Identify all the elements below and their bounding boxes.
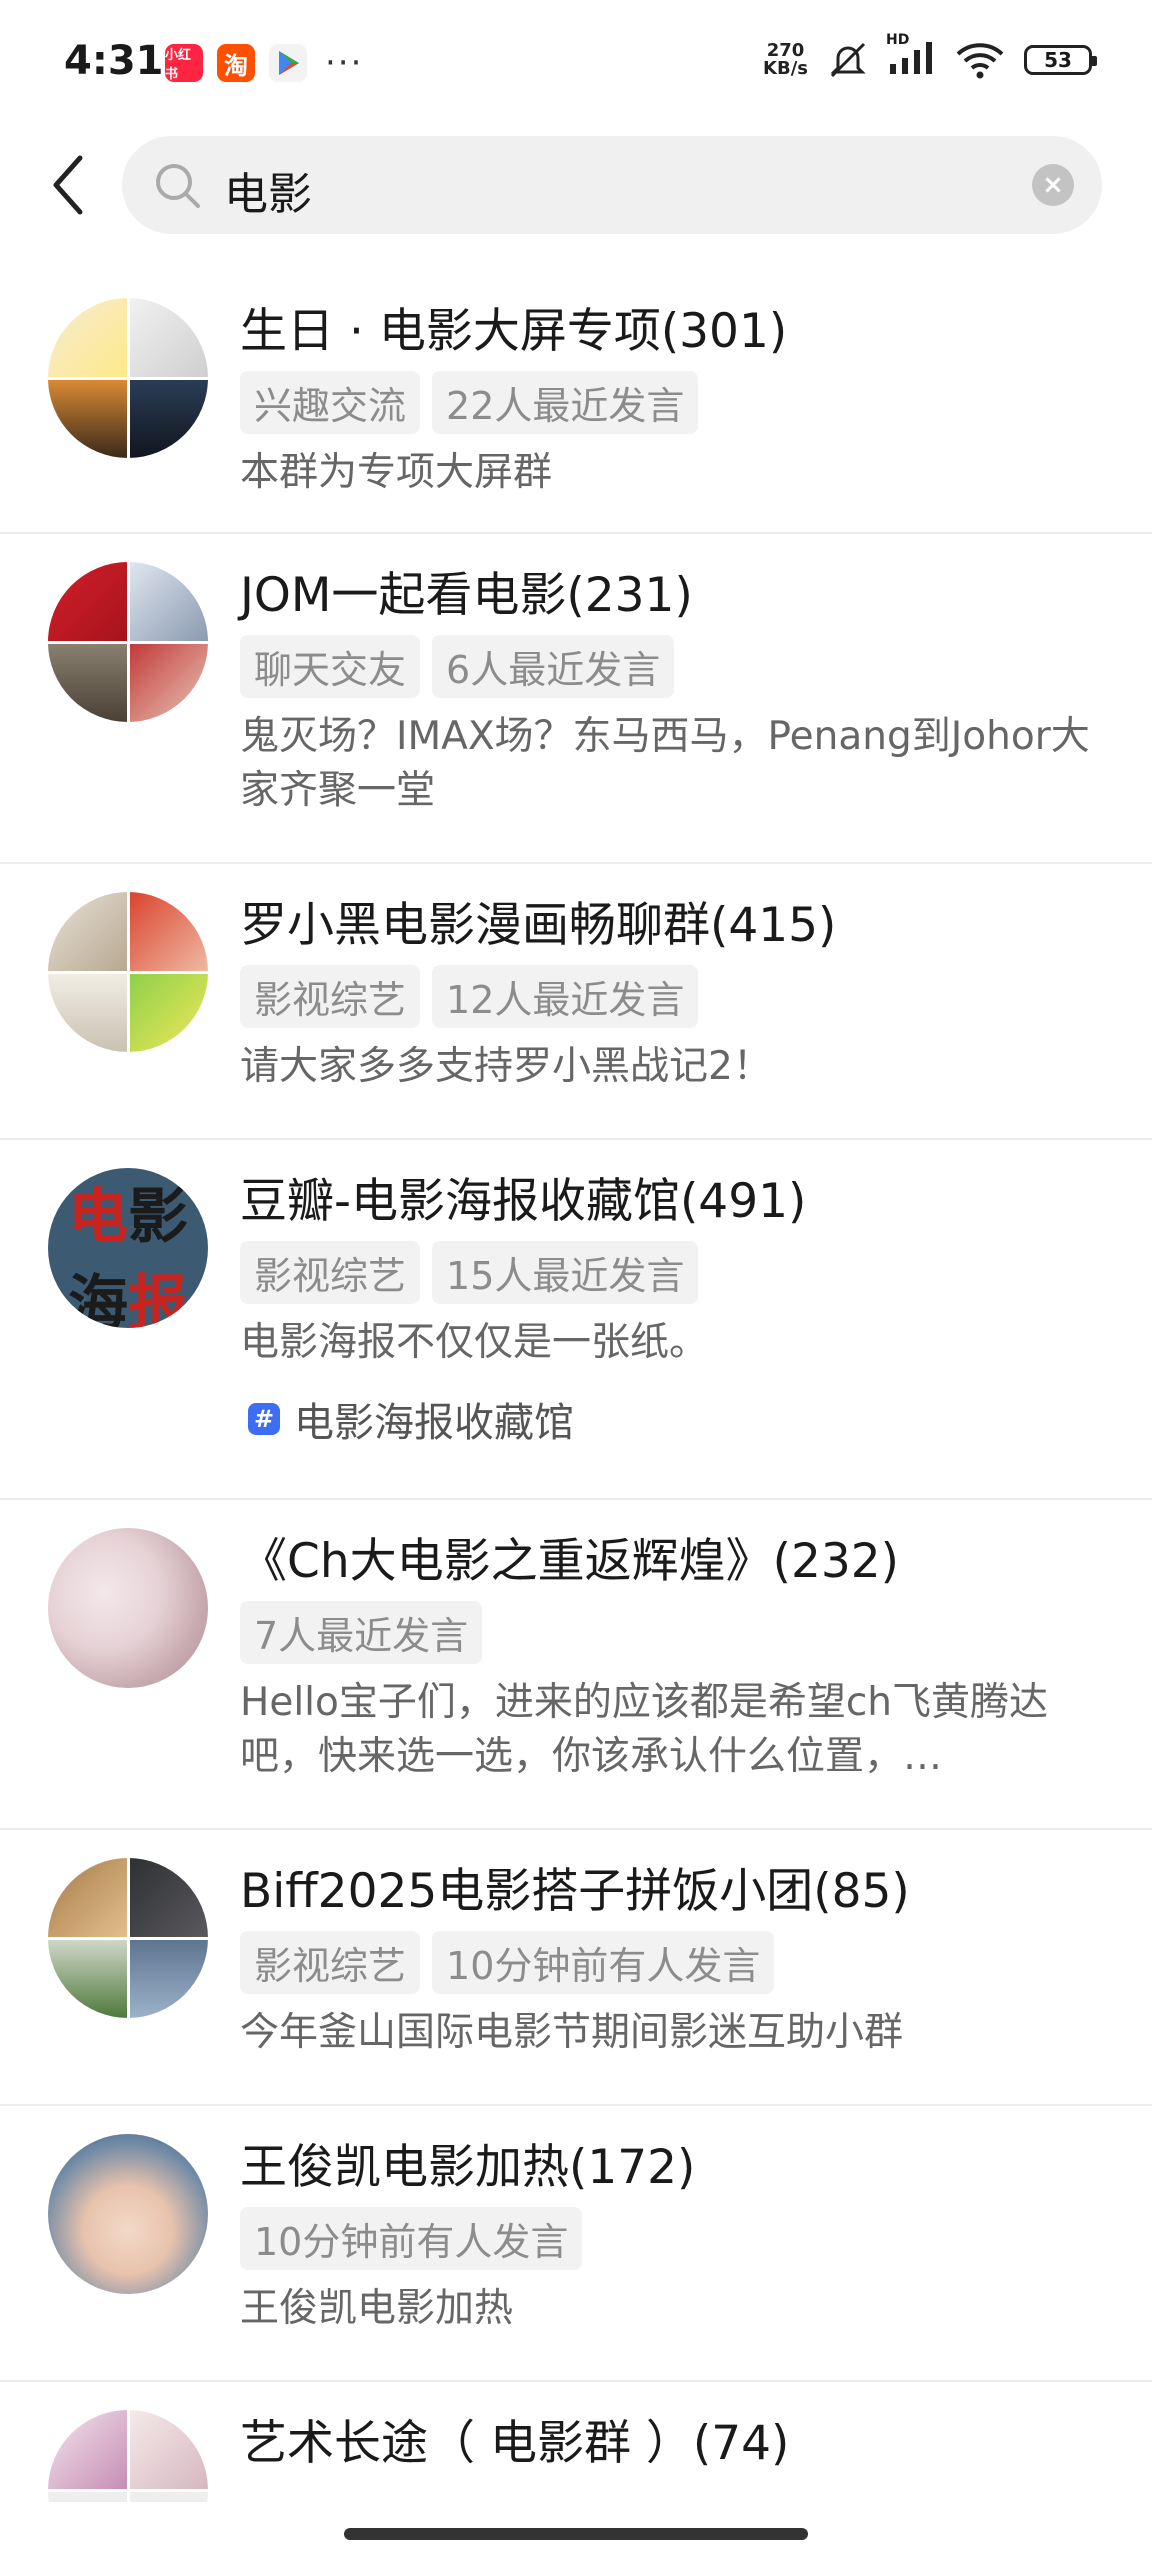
activity-tag: 6人最近发言: [432, 635, 675, 698]
group-description: 请大家多多支持罗小黑战记2！: [240, 1044, 772, 1089]
list-item[interactable]: Biff2025电影搭子拼饭小团(85) 影视综艺 10分钟前有人发言 今年釜山…: [0, 1830, 1152, 2106]
group-title: Biff2025电影搭子拼饭小团(85): [240, 1864, 910, 1919]
search-input[interactable]: 电影: [224, 158, 312, 222]
topic-label: 电影海报收藏馆: [294, 1400, 574, 1446]
activity-tag: 10分钟前有人发言: [240, 2207, 583, 2270]
activity-tag: 12人最近发言: [432, 965, 699, 1028]
category-tag: 影视综艺: [240, 1931, 421, 1994]
group-title: 豆瓣-电影海报收藏馆(491): [240, 1174, 807, 1229]
play-store-icon: [269, 44, 307, 82]
group-tags: 影视综艺 12人最近发言: [240, 965, 1122, 1028]
status-bar: 4:31 小红书 淘 ··· 270 KB/s HD 53: [0, 0, 1152, 130]
close-icon: ×: [1042, 170, 1064, 200]
xiaohongshu-app-icon: 小红书: [165, 44, 203, 82]
group-description: 本群为专项大屏群: [240, 450, 553, 495]
list-item[interactable]: 《Ch大电影之重返辉煌》(232) 7人最近发言 Hello宝子们，进来的应该都…: [0, 1500, 1152, 1830]
taobao-app-icon: 淘: [217, 44, 255, 82]
group-tags: 聊天交友 6人最近发言: [240, 635, 1122, 698]
group-title: JOM一起看电影(231): [240, 568, 693, 623]
activity-tag: 10分钟前有人发言: [432, 1931, 775, 1994]
group-avatar: [48, 1858, 208, 2018]
search-results-list: 生日 · 电影大屏专项(301) 兴趣交流 22人最近发言 本群为专项大屏群 J…: [0, 270, 1152, 2502]
group-avatar: [48, 2134, 208, 2294]
group-tags: 影视综艺 10分钟前有人发言: [240, 1931, 1122, 1994]
group-description: 王俊凯电影加热: [240, 2286, 514, 2331]
group-description: 今年釜山国际电影节期间影迷互助小群: [240, 2010, 904, 2055]
group-tags: 7人最近发言: [240, 1601, 1122, 1664]
activity-tag: 22人最近发言: [432, 371, 699, 434]
group-title: 王俊凯电影加热(172): [240, 2140, 696, 2195]
group-title: 罗小黑电影漫画畅聊群(415): [240, 898, 837, 953]
group-title: 生日 · 电影大屏专项(301): [240, 304, 788, 359]
group-avatar: [48, 892, 208, 1052]
status-time: 4:31: [64, 38, 164, 84]
search-icon: [156, 164, 200, 208]
mute-icon: [830, 42, 866, 78]
group-avatar: [48, 2410, 208, 2502]
group-avatar: [48, 298, 208, 458]
list-item[interactable]: 罗小黑电影漫画畅聊群(415) 影视综艺 12人最近发言 请大家多多支持罗小黑战…: [0, 864, 1152, 1140]
wifi-icon: [956, 43, 1004, 79]
list-item[interactable]: JOM一起看电影(231) 聊天交友 6人最近发言 鬼灭场？IMAX场？东马西马…: [0, 534, 1152, 864]
back-button[interactable]: [44, 150, 104, 220]
category-tag: 影视综艺: [240, 965, 421, 1028]
topic-link[interactable]: # 电影海报收藏馆: [248, 1390, 1122, 1448]
group-tags: 10分钟前有人发言: [240, 2207, 1122, 2270]
list-item[interactable]: 王俊凯电影加热(172) 10分钟前有人发言 王俊凯电影加热: [0, 2106, 1152, 2382]
group-title: 艺术长途（ 电影群 ）(74): [240, 2416, 790, 2471]
group-title: 《Ch大电影之重返辉煌》(232): [240, 1534, 899, 1589]
group-avatar: [48, 1528, 208, 1688]
search-bar[interactable]: 电影 ×: [122, 136, 1102, 234]
group-description: 电影海报不仅仅是一张纸。: [240, 1320, 709, 1365]
list-item[interactable]: 电 影 海 报 豆瓣-电影海报收藏馆(491) 影视综艺 15人最近发言 电影海…: [0, 1140, 1152, 1500]
category-tag: 影视综艺: [240, 1241, 421, 1304]
group-tags: 兴趣交流 22人最近发言: [240, 371, 1122, 434]
back-arrow-icon: [53, 155, 83, 215]
group-avatar: 电 影 海 报: [48, 1168, 208, 1328]
group-avatar: [48, 562, 208, 722]
status-indicators: 270 KB/s HD 53: [763, 32, 1097, 80]
signal-icon: HD: [886, 32, 936, 80]
list-item[interactable]: 生日 · 电影大屏专项(301) 兴趣交流 22人最近发言 本群为专项大屏群: [0, 270, 1152, 534]
network-speed: 270 KB/s: [763, 40, 808, 79]
clear-search-button[interactable]: ×: [1032, 164, 1074, 206]
group-tags: 影视综艺 15人最近发言: [240, 1241, 1122, 1304]
home-indicator[interactable]: [344, 2528, 808, 2540]
category-tag: 兴趣交流: [240, 371, 421, 434]
hashtag-icon: #: [248, 1403, 280, 1435]
group-description: Hello宝子们，进来的应该都是希望ch飞黄腾达吧，快来选一选，你该承认什么位置…: [240, 1680, 1049, 1779]
activity-tag: 15人最近发言: [432, 1241, 699, 1304]
battery-indicator: 53: [1024, 45, 1097, 75]
more-notifications-icon: ···: [325, 43, 364, 83]
activity-tag: 7人最近发言: [240, 1601, 483, 1664]
notification-app-icons: 小红书 淘 ···: [165, 44, 363, 82]
list-item[interactable]: 艺术长途（ 电影群 ）(74): [0, 2382, 1152, 2502]
group-description: 鬼灭场？IMAX场？东马西马，Penang到Johor大家齐聚一堂: [240, 714, 1090, 813]
category-tag: 聊天交友: [240, 635, 421, 698]
